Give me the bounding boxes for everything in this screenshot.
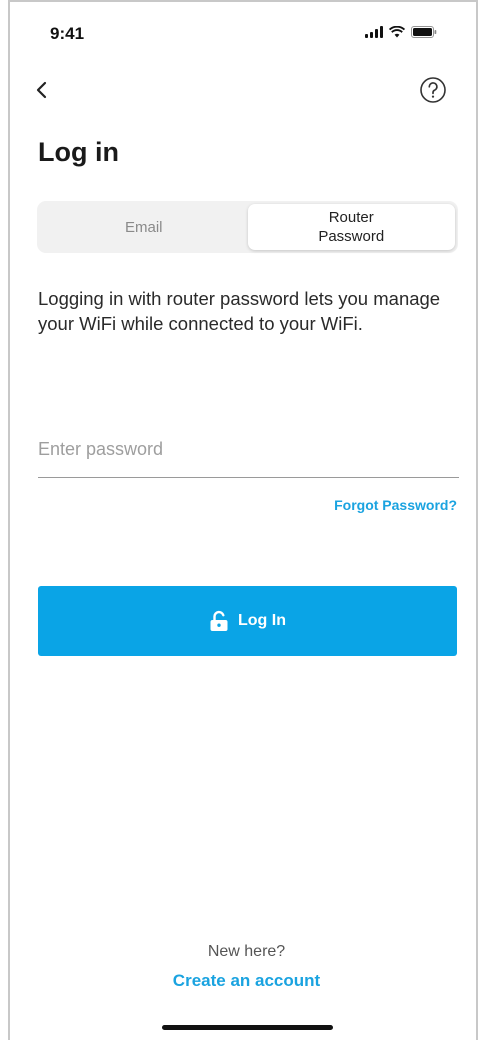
tab-router-password-label: Router Password [318, 209, 385, 245]
back-button[interactable] [30, 74, 58, 106]
help-button[interactable] [417, 74, 449, 106]
forgot-password-link[interactable]: Forgot Password? [334, 497, 457, 513]
description-text: Logging in with router password lets you… [38, 288, 441, 334]
login-button-label: Log In [238, 612, 286, 629]
lock-icon [209, 610, 229, 632]
create-account-link[interactable]: Create an account [0, 971, 481, 991]
chevron-left-icon [36, 81, 47, 99]
wifi-icon [389, 26, 405, 38]
tab-email[interactable]: Email [40, 204, 248, 250]
login-method-tabs: Email Router Password [37, 201, 458, 253]
battery-icon [411, 26, 437, 38]
tab-email-label: Email [124, 218, 163, 236]
status-bar: 9:41 [0, 0, 481, 60]
home-indicator [162, 1025, 333, 1030]
password-input[interactable] [38, 422, 459, 478]
page-title: Log in [38, 137, 119, 167]
nav-bar [0, 70, 481, 110]
new-here-text: New here? [207, 943, 286, 960]
tab-router-password[interactable]: Router Password [247, 204, 455, 250]
status-time: 9:41 [50, 24, 85, 43]
status-icons [365, 26, 437, 38]
login-button[interactable]: Log In [38, 586, 457, 656]
signal-icon [365, 26, 383, 38]
question-circle-icon [420, 77, 446, 103]
